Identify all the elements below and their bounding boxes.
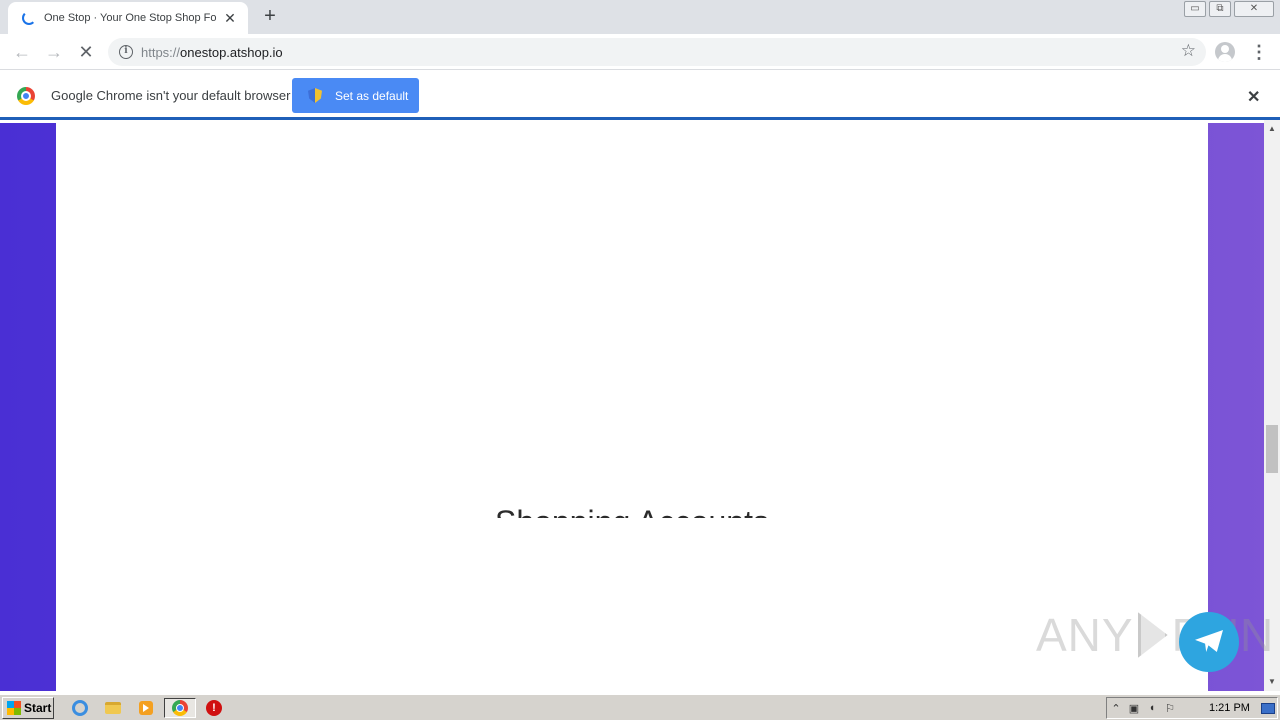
content-card: Shopping Accounts [56,123,1208,691]
set-as-default-button[interactable]: Set as default [292,78,419,113]
loading-spinner-icon [22,11,36,25]
action-center-flag-icon[interactable]: ⚐ [1161,702,1179,715]
vertical-scrollbar[interactable]: ▲ ▼ [1264,120,1280,691]
forward-button[interactable]: → [42,40,66,64]
scroll-down-arrow-icon[interactable]: ▼ [1264,675,1280,689]
folder-icon[interactable] [101,698,125,718]
internet-explorer-icon[interactable] [68,698,92,718]
infobar-close-icon[interactable]: ✕ [1247,87,1260,107]
address-bar[interactable]: i https://onestop.atshop.io ☆ [108,38,1206,66]
media-player-icon[interactable] [134,698,158,718]
volume-icon[interactable]: ◖ [1143,702,1161,714]
page-viewport: Shopping Accounts [0,123,1264,691]
scrollbar-thumb[interactable] [1266,425,1278,473]
menu-kebab-icon[interactable]: ⋮ [1250,42,1268,62]
browser-toolbar: ← → ✕ i https://onestop.atshop.io ☆ ⋮ [0,34,1280,70]
network-icon[interactable]: ▣ [1125,702,1143,715]
chrome-logo-icon [17,87,35,105]
tab-title: One Stop · Your One Stop Shop For [44,12,216,24]
url-text: https://onestop.atshop.io [141,45,283,60]
start-button[interactable]: Start [2,697,54,719]
info-icon[interactable]: i [119,45,133,59]
set-as-default-label: Set as default [335,88,409,103]
default-browser-infobar: Google Chrome isn't your default browser… [0,71,1280,120]
anyrun-watermark: ANY RUN [1036,608,1274,662]
uac-shield-icon [308,88,322,103]
back-button[interactable]: ← [10,40,34,64]
minimize-icon[interactable]: ▭ [1184,1,1206,17]
bookmark-star-icon[interactable]: ☆ [1181,41,1196,61]
tray-expand-icon[interactable]: ⌃ [1107,702,1125,715]
telegram-icon[interactable] [1179,612,1239,672]
stop-sign-icon[interactable]: ! [202,698,226,718]
close-icon[interactable]: ✕ [1234,1,1274,17]
chrome-icon[interactable] [164,698,196,718]
clock[interactable]: 1:21 PM [1209,702,1250,714]
infobar-message: Google Chrome isn't your default browser [51,88,291,103]
profile-avatar-icon[interactable] [1215,42,1235,62]
tab-strip: One Stop · Your One Stop Shop For ✕ + ▭ … [0,0,1280,34]
tab-onestop[interactable]: One Stop · Your One Stop Shop For ✕ [8,2,248,34]
stop-loading-button[interactable]: ✕ [74,40,98,64]
windows-taskbar: Start ! ⌃ ▣ ◖ ⚐ 1:21 PM [0,694,1280,720]
watermark-play-icon [1137,612,1168,658]
system-tray: ⌃ ▣ ◖ ⚐ 1:21 PM [1106,697,1278,719]
new-tab-button[interactable]: + [258,4,282,28]
tab-close-icon[interactable]: ✕ [222,10,238,26]
section-heading: Shopping Accounts [56,498,1208,518]
windows-logo-icon [7,701,21,715]
scroll-up-arrow-icon[interactable]: ▲ [1264,122,1280,136]
restore-icon[interactable]: ⧉ [1209,1,1231,17]
show-desktop-icon[interactable] [1261,703,1275,714]
